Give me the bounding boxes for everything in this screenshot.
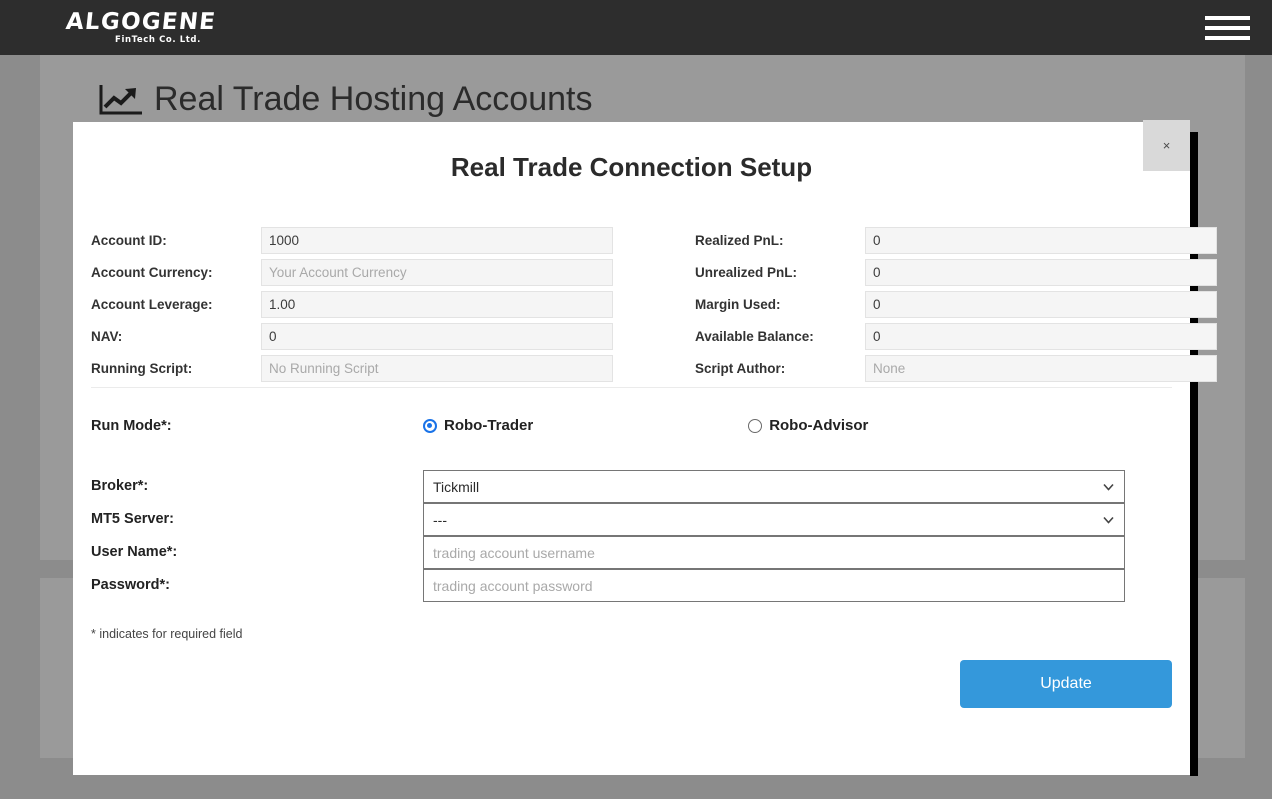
broker-select[interactable]: Tickmill <box>423 470 1125 503</box>
unrealized-pnl-value[interactable]: 0 <box>865 259 1217 286</box>
mt5-server-select[interactable]: --- <box>423 503 1125 536</box>
line-chart-up-icon <box>98 83 144 117</box>
run-mode-row: Run Mode*: Robo-Trader Robo-Advisor <box>91 417 1172 434</box>
section-divider <box>91 387 1172 388</box>
broker-connection-form: Broker*: Tickmill MT5 Server: --- User N… <box>91 470 1172 602</box>
grid-spacer <box>613 323 695 350</box>
update-button[interactable]: Update <box>960 660 1172 708</box>
margin-used-value[interactable]: 0 <box>865 291 1217 318</box>
logo-wordmark: ALGOGENE <box>64 9 218 35</box>
margin-used-label: Margin Used: <box>695 297 781 312</box>
grid-spacer <box>613 291 695 318</box>
radio-robo-advisor-label: Robo-Advisor <box>769 417 869 434</box>
account-id-label: Account ID: <box>91 233 167 248</box>
available-balance-value[interactable]: 0 <box>865 323 1217 350</box>
realized-pnl-value[interactable]: 0 <box>865 227 1217 254</box>
chevron-down-icon <box>1103 483 1114 490</box>
close-icon[interactable]: × <box>1143 120 1190 171</box>
app-root: ALGOGENE FinTech Co. Ltd. Real Trade Hos… <box>0 0 1272 799</box>
hamburger-bar <box>1205 36 1250 40</box>
broker-label: Broker*: <box>91 478 149 494</box>
required-field-note: * indicates for required field <box>91 627 243 641</box>
grid-spacer <box>613 259 695 286</box>
radio-robo-trader[interactable]: Robo-Trader <box>423 417 533 434</box>
grid-spacer <box>613 227 695 254</box>
hamburger-menu-icon[interactable] <box>1205 14 1250 42</box>
username-input[interactable]: trading account username <box>423 536 1125 569</box>
mt5-server-label: MT5 Server: <box>91 511 175 527</box>
page-title-text: Real Trade Hosting Accounts <box>154 80 593 118</box>
account-info-grid: Account ID: 1000 Realized PnL: 0 Account… <box>91 227 1217 382</box>
available-balance-label: Available Balance: <box>695 329 814 344</box>
account-id-value[interactable]: 1000 <box>261 227 613 254</box>
broker-select-value: Tickmill <box>433 478 480 495</box>
radio-selected-icon <box>423 418 437 433</box>
account-currency-label: Account Currency: <box>91 265 213 280</box>
algogene-logo[interactable]: ALGOGENE FinTech Co. Ltd. <box>64 9 236 48</box>
radio-robo-advisor[interactable]: Robo-Advisor <box>748 417 868 434</box>
top-navigation-bar: ALGOGENE FinTech Co. Ltd. <box>0 0 1272 55</box>
real-trade-connection-setup-dialog: Real Trade Connection Setup Account ID: … <box>73 122 1217 775</box>
script-author-label: Script Author: <box>695 361 786 376</box>
chevron-down-icon <box>1103 516 1114 523</box>
realized-pnl-label: Realized PnL: <box>695 233 784 248</box>
running-script-label: Running Script: <box>91 361 193 376</box>
hamburger-bar <box>1205 26 1250 30</box>
nav-label: NAV: <box>91 329 123 344</box>
grid-spacer <box>613 355 695 382</box>
mt5-server-select-value: --- <box>433 511 447 528</box>
username-label: User Name*: <box>91 544 178 560</box>
logo-tagline: FinTech Co. Ltd. <box>115 35 201 45</box>
script-author-value[interactable]: None <box>865 355 1217 382</box>
account-leverage-label: Account Leverage: <box>91 297 213 312</box>
account-leverage-value[interactable]: 1.00 <box>261 291 613 318</box>
dialog-title: Real Trade Connection Setup <box>450 152 813 182</box>
radio-unselected-icon <box>748 418 763 433</box>
running-script-value[interactable]: No Running Script <box>261 355 613 382</box>
password-label: Password*: <box>91 577 170 593</box>
unrealized-pnl-label: Unrealized PnL: <box>695 265 798 280</box>
password-input[interactable]: trading account password <box>423 569 1125 602</box>
account-currency-value[interactable]: Your Account Currency <box>261 259 613 286</box>
page-title: Real Trade Hosting Accounts <box>98 80 592 119</box>
hamburger-bar <box>1205 16 1250 20</box>
nav-value[interactable]: 0 <box>261 323 613 350</box>
radio-robo-trader-label: Robo-Trader <box>444 417 534 434</box>
run-mode-label: Run Mode*: <box>91 417 172 434</box>
